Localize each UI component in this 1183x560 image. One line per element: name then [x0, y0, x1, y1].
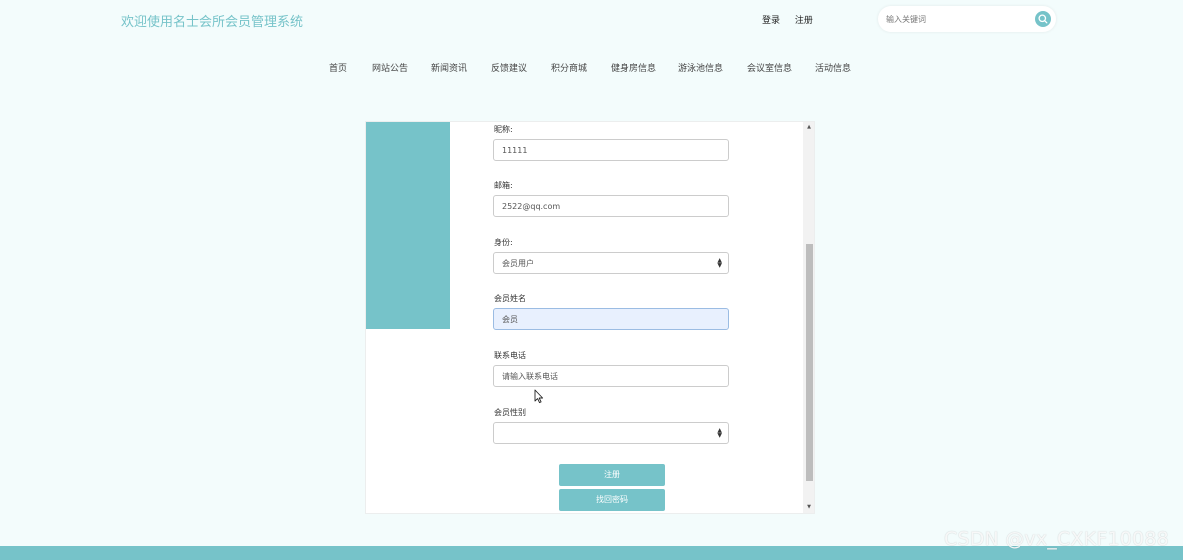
email-label: 邮箱:	[494, 181, 513, 190]
main-nav: 首页 网站公告 新闻资讯 反馈建议 积分商城 健身房信息 游泳池信息 会议室信息…	[0, 61, 1183, 75]
nav-item-gym[interactable]: 健身房信息	[611, 61, 656, 74]
login-link[interactable]: 登录	[762, 16, 780, 26]
nickname-label: 昵称:	[494, 125, 513, 134]
nav-item-announcements[interactable]: 网站公告	[372, 61, 408, 74]
gender-label: 会员性别	[494, 408, 526, 417]
gender-select[interactable]: ▲ ▼	[493, 422, 729, 444]
nav-item-feedback[interactable]: 反馈建议	[491, 61, 527, 74]
mouse-cursor-icon	[534, 389, 544, 404]
auth-links: 登录 注册	[762, 13, 825, 26]
scroll-down-icon[interactable]: ▼	[803, 504, 814, 510]
email-input[interactable]	[493, 195, 729, 217]
phone-input[interactable]	[493, 365, 729, 387]
search-box	[878, 6, 1056, 32]
register-form-card: 昵称: 邮箱: 身份: 会员用户 ▲▼ 会员姓名 联系电话 会员性别 ▲▼ 注册…	[365, 121, 815, 514]
register-button[interactable]: 注册	[559, 464, 665, 486]
register-link[interactable]: 注册	[795, 16, 813, 26]
search-input[interactable]	[886, 12, 1026, 26]
scroll-up-icon[interactable]: ▲	[803, 124, 814, 130]
identity-label: 身份:	[494, 238, 513, 247]
nav-item-activities[interactable]: 活动信息	[815, 61, 851, 74]
member-name-label: 会员姓名	[494, 294, 526, 303]
watermark: CSDN @vx_CXKF10088	[944, 528, 1169, 550]
nav-item-home[interactable]: 首页	[329, 61, 347, 74]
identity-select-value: 会员用户	[502, 258, 534, 268]
phone-label: 联系电话	[494, 351, 526, 360]
nav-item-pool[interactable]: 游泳池信息	[678, 61, 723, 74]
nav-item-meeting-room[interactable]: 会议室信息	[747, 61, 792, 74]
search-icon	[1038, 14, 1048, 24]
select-arrows-icon: ▲ ▼	[717, 427, 722, 439]
nav-item-points-mall[interactable]: 积分商城	[551, 61, 587, 74]
search-button[interactable]	[1035, 11, 1051, 27]
scrollbar[interactable]: ▲ ▼	[803, 122, 814, 513]
member-name-input[interactable]	[493, 308, 729, 330]
nav-item-news[interactable]: 新闻资讯	[431, 61, 467, 74]
site-title: 欢迎使用名士会所会员管理系统	[121, 15, 304, 30]
side-banner	[366, 122, 450, 329]
select-arrows-icon: ▲ ▼	[717, 257, 722, 269]
recover-password-button[interactable]: 找回密码	[559, 489, 665, 511]
identity-select[interactable]: 会员用户 ▲ ▼	[493, 252, 729, 274]
scroll-thumb[interactable]	[806, 244, 813, 481]
nickname-input[interactable]	[493, 139, 729, 161]
